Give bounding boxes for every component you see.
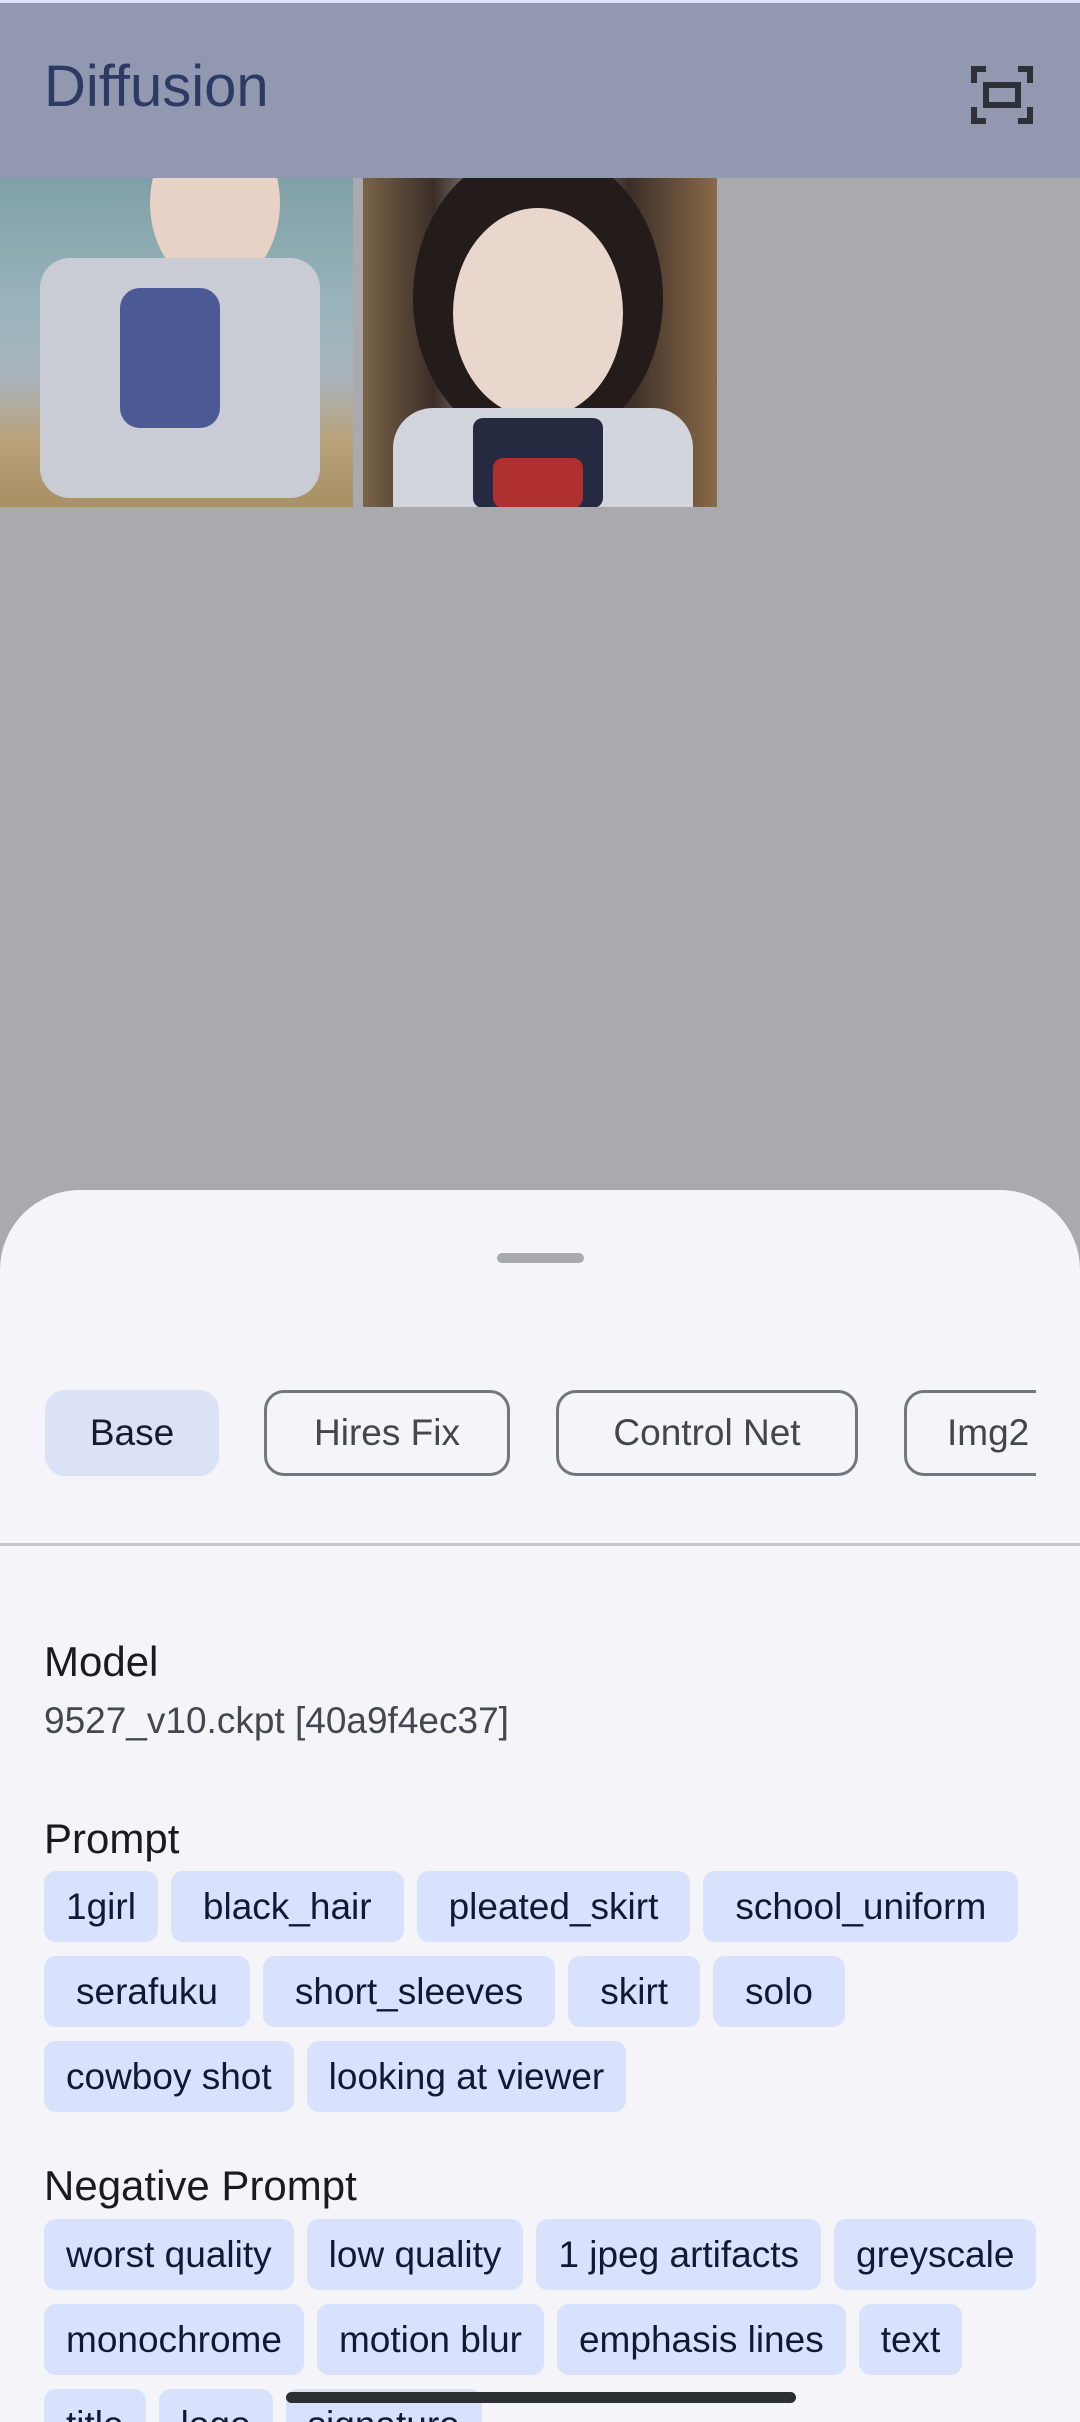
- tab-bar: Base Hires Fix Control Net Img2: [0, 1390, 1036, 1478]
- tab-control-net[interactable]: Control Net: [556, 1390, 858, 1476]
- fullscreen-button[interactable]: [970, 63, 1034, 127]
- bottom-sheet: Base Hires Fix Control Net Img2 Model 95…: [0, 1190, 1080, 2422]
- negative-prompt-label: Negative Prompt: [44, 2162, 357, 2209]
- negative-tag[interactable]: 1 jpeg artifacts: [536, 2219, 822, 2290]
- prompt-tag[interactable]: 1girl: [44, 1871, 158, 1942]
- prompt-tag[interactable]: looking at viewer: [306, 2041, 627, 2112]
- divider: [0, 1543, 1080, 1546]
- prompt-tag[interactable]: school_uniform: [703, 1871, 1019, 1942]
- negative-tag[interactable]: worst quality: [44, 2219, 294, 2290]
- app-bar: Diffusion: [0, 3, 1080, 178]
- prompt-tag[interactable]: skirt: [568, 1956, 701, 2027]
- generated-image-2[interactable]: [363, 178, 717, 507]
- drag-handle[interactable]: [497, 1253, 584, 1263]
- negative-tag[interactable]: text: [858, 2304, 963, 2375]
- prompt-tag[interactable]: pleated_skirt: [416, 1871, 691, 1942]
- prompt-tag[interactable]: serafuku: [44, 1956, 250, 2027]
- prompt-tags: 1girl black_hair pleated_skirt school_un…: [44, 1871, 1044, 2112]
- negative-tag[interactable]: emphasis lines: [556, 2304, 846, 2375]
- prompt-tag[interactable]: short_sleeves: [262, 1956, 556, 2027]
- tab-hires-fix[interactable]: Hires Fix: [264, 1390, 510, 1476]
- negative-tag[interactable]: low quality: [306, 2219, 524, 2290]
- negative-tag[interactable]: logo: [158, 2389, 273, 2422]
- negative-tag[interactable]: greyscale: [834, 2219, 1037, 2290]
- tab-base[interactable]: Base: [45, 1390, 219, 1476]
- model-label: Model: [44, 1638, 159, 1685]
- model-value: 9527_v10.ckpt [40a9f4ec37]: [44, 1700, 509, 1741]
- prompt-label: Prompt: [44, 1815, 180, 1862]
- tab-img2img[interactable]: Img2: [904, 1390, 1036, 1476]
- prompt-tag[interactable]: black_hair: [170, 1871, 404, 1942]
- generated-image-1[interactable]: [0, 178, 353, 507]
- negative-tag[interactable]: title: [44, 2389, 146, 2422]
- fullscreen-icon: [971, 66, 1033, 124]
- negative-tag[interactable]: monochrome: [44, 2304, 304, 2375]
- prompt-tag[interactable]: solo: [713, 1956, 845, 2027]
- negative-tag[interactable]: motion blur: [316, 2304, 544, 2375]
- prompt-tag[interactable]: cowboy shot: [44, 2041, 294, 2112]
- app-title: Diffusion: [44, 54, 269, 119]
- home-indicator[interactable]: [286, 2392, 796, 2403]
